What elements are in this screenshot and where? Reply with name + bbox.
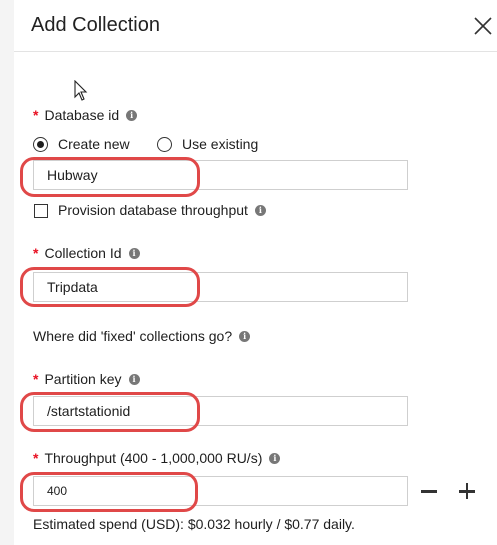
panel-header: Add Collection [14,0,497,52]
radio-create-new-label[interactable]: Create new [58,136,130,152]
estimated-spend: Estimated spend (USD): $0.032 hourly / $… [33,516,355,532]
required-marker: * [33,245,39,261]
collection-id-label: * Collection Id i [33,245,140,261]
fixed-collections-text[interactable]: Where did 'fixed' collections go? [33,328,232,344]
info-icon[interactable]: i [128,373,140,385]
increase-throughput-button[interactable] [452,476,482,506]
radio-create-new[interactable] [33,137,48,152]
decrease-throughput-button[interactable] [414,476,444,506]
close-button[interactable] [469,12,497,40]
cursor-icon [74,80,88,101]
partition-key-text: Partition key [44,371,122,387]
radio-use-existing-label[interactable]: Use existing [182,136,258,152]
provision-throughput-text: Provision database throughput [58,202,248,218]
left-edge-strip [0,0,14,545]
provision-throughput-checkbox[interactable] [34,204,48,218]
fixed-collections-link[interactable]: Where did 'fixed' collections go? i [33,328,251,344]
database-id-label: * Database id i [33,107,138,123]
provision-throughput-label: Provision database throughput i [58,202,266,218]
close-icon [474,17,492,35]
database-id-input[interactable]: Hubway [33,160,408,190]
info-icon[interactable]: i [126,109,138,121]
required-marker: * [33,371,39,387]
required-marker: * [33,107,39,123]
info-icon[interactable]: i [239,330,251,342]
radio-use-existing[interactable] [157,137,172,152]
info-icon[interactable]: i [254,204,266,216]
partition-key-label: * Partition key i [33,371,140,387]
throughput-label: * Throughput (400 - 1,000,000 RU/s) i [33,450,281,466]
required-marker: * [33,450,39,466]
throughput-text: Throughput (400 - 1,000,000 RU/s) [44,450,263,466]
partition-key-input[interactable]: /startstationid [33,396,408,426]
database-id-text: Database id [44,107,120,123]
info-icon[interactable]: i [269,452,281,464]
collection-id-input[interactable]: Tripdata [33,272,408,302]
collection-id-text: Collection Id [44,245,122,261]
throughput-input[interactable]: 400 [33,476,408,506]
panel-title: Add Collection [31,14,160,36]
info-icon[interactable]: i [128,247,140,259]
